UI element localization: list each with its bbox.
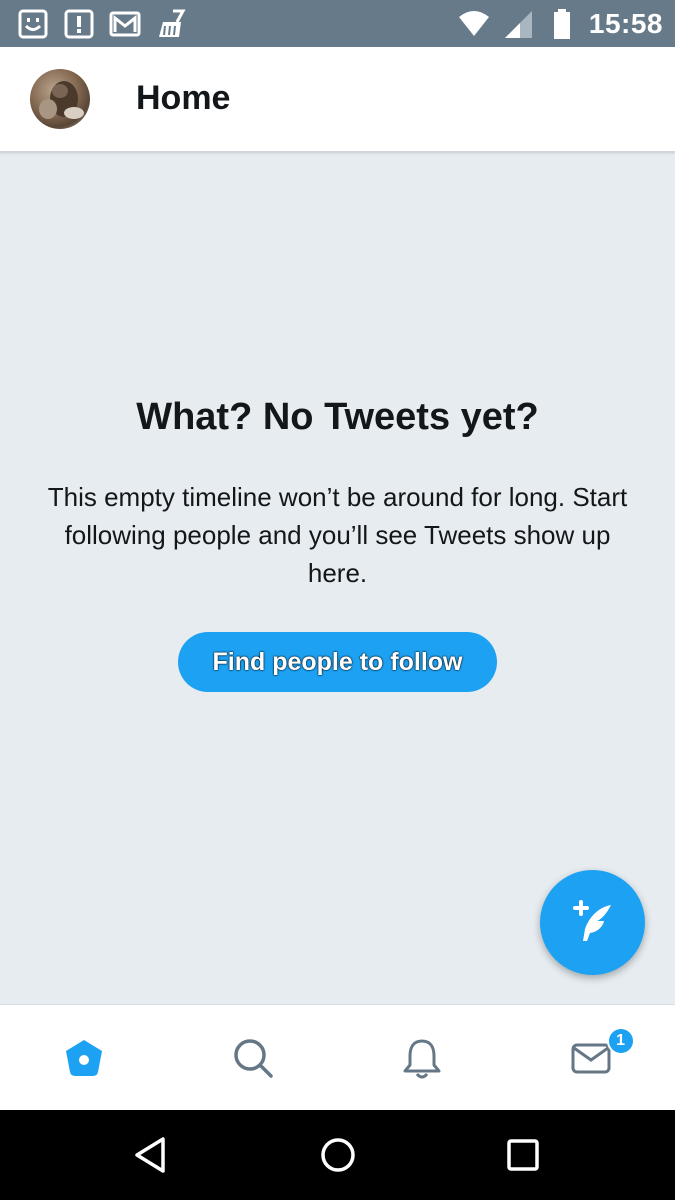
- cell-signal-icon: [501, 7, 535, 41]
- tab-messages[interactable]: 1: [507, 1005, 675, 1111]
- find-people-button[interactable]: Find people to follow: [178, 632, 497, 692]
- screen: 15:58 Home What? No Tweets yet? This emp…: [0, 0, 675, 1200]
- tab-search[interactable]: [169, 1005, 337, 1111]
- home-system-button[interactable]: [298, 1115, 378, 1195]
- messages-badge: 1: [606, 1026, 635, 1055]
- wifi-icon: [457, 7, 491, 41]
- cleaner-icon: [154, 7, 188, 41]
- mail-icon: [571, 1043, 611, 1073]
- empty-state-title: What? No Tweets yet?: [136, 396, 539, 438]
- compose-tweet-button[interactable]: [540, 870, 645, 975]
- status-bar: 15:58: [0, 0, 675, 47]
- tab-notifications[interactable]: [338, 1005, 506, 1111]
- alert-icon: [62, 7, 96, 41]
- page-title: Home: [136, 79, 231, 117]
- empty-state-body: This empty timeline won’t be around for …: [47, 482, 628, 588]
- tab-home[interactable]: [0, 1005, 168, 1111]
- back-triangle-icon: [134, 1137, 165, 1173]
- bell-icon: [403, 1039, 441, 1078]
- avatar-image: [39, 81, 84, 119]
- clock: 15:58: [588, 7, 663, 39]
- notification-icons: [16, 7, 188, 41]
- system-nav-bar: [0, 1110, 675, 1200]
- system-status: 15:58: [457, 7, 663, 41]
- recents-button[interactable]: [483, 1115, 563, 1195]
- compose-feather-icon: [572, 899, 611, 941]
- avatar[interactable]: [30, 69, 90, 129]
- bot-face-icon: [16, 7, 50, 41]
- battery-icon: [545, 7, 579, 41]
- home-circle-icon: [320, 1138, 355, 1172]
- recents-square-icon: [506, 1139, 539, 1171]
- bottom-nav: 1: [0, 1004, 675, 1110]
- back-button[interactable]: [113, 1115, 193, 1195]
- gmail-icon: [108, 7, 142, 41]
- app-header: Home: [0, 47, 675, 153]
- home-icon: [66, 1039, 103, 1076]
- search-icon: [234, 1038, 273, 1078]
